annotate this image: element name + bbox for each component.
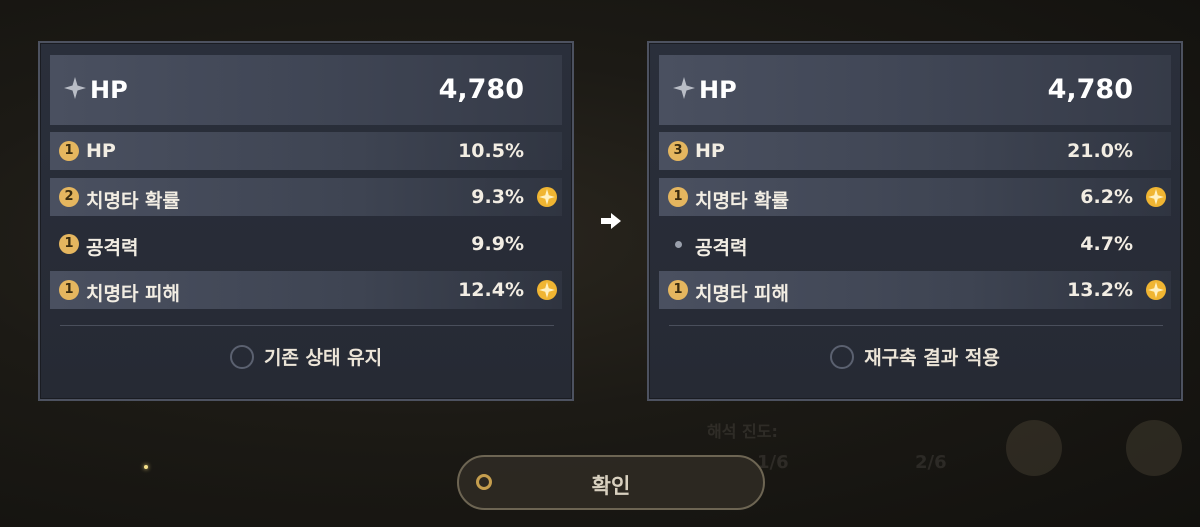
substat-row: 2 치명타 확률 9.3%: [50, 178, 562, 216]
sparkle-decoration: [144, 465, 148, 469]
confirm-label: 확인: [591, 474, 631, 498]
substat-value: 9.3%: [471, 186, 524, 208]
substat-row: 1 치명타 확률 6.2%: [659, 178, 1171, 216]
substat-name: 치명타 피해: [86, 283, 181, 305]
main-stat-name: HP: [90, 76, 128, 104]
substat-name: 치명타 확률: [86, 190, 181, 212]
substat-value: 4.7%: [1080, 233, 1133, 255]
substat-value: 9.9%: [471, 233, 524, 255]
gold-sparkle-icon: [537, 187, 557, 207]
main-stat-row: HP 4,780: [50, 55, 562, 125]
roll-count-badge: 1: [59, 234, 79, 254]
substat-row: 3 HP 21.0%: [659, 132, 1171, 170]
main-stat-value: 4,780: [438, 74, 524, 105]
substat-name: HP: [695, 140, 725, 162]
rebuilt-artifact-panel: HP 4,780 3 HP 21.0% 1 치명타 확률 6.2% 공격력 4.…: [647, 41, 1183, 401]
roll-count-badge: 3: [668, 141, 688, 161]
substat-row: 1 공격력 9.9%: [50, 225, 562, 263]
apply-rebuild-radio[interactable]: [830, 344, 855, 369]
background-node: [1006, 420, 1062, 476]
substat-name: 치명타 확률: [695, 190, 790, 212]
keep-current-radio[interactable]: [229, 344, 254, 369]
keep-current-label: 기존 상태 유지: [263, 347, 383, 369]
main-stat-name: HP: [699, 76, 737, 104]
gold-sparkle-icon: [1146, 187, 1166, 207]
four-point-star-icon: [64, 77, 86, 99]
current-artifact-panel: HP 4,780 1 HP 10.5% 2 치명타 확률 9.3% 1 공격력 …: [38, 41, 574, 401]
confirm-button[interactable]: 확인: [457, 455, 765, 510]
substat-value: 10.5%: [458, 140, 524, 162]
apply-rebuild-label: 재구축 결과 적용: [864, 347, 1000, 369]
divider: [669, 325, 1163, 326]
substat-value: 6.2%: [1080, 186, 1133, 208]
divider: [60, 325, 554, 326]
substat-name: 공격력: [86, 237, 139, 259]
substat-row: 1 HP 10.5%: [50, 132, 562, 170]
main-stat-value: 4,780: [1047, 74, 1133, 105]
gold-sparkle-icon: [1146, 280, 1166, 300]
roll-count-badge: 1: [668, 280, 688, 300]
right-arrow-icon: [601, 213, 621, 229]
new-substat-dot-icon: [675, 241, 682, 248]
substat-name: HP: [86, 140, 116, 162]
substat-value: 21.0%: [1067, 140, 1133, 162]
substat-row: 1 치명타 피해 13.2%: [659, 271, 1171, 309]
roll-count-badge: 2: [59, 187, 79, 207]
four-point-star-icon: [673, 77, 695, 99]
roll-count-badge: 1: [668, 187, 688, 207]
gold-sparkle-icon: [537, 280, 557, 300]
main-stat-row: HP 4,780: [659, 55, 1171, 125]
background-node: [1126, 420, 1182, 476]
background-progress-label: 해석 진도:: [707, 422, 778, 441]
substat-value: 13.2%: [1067, 279, 1133, 301]
substat-row: 공격력 4.7%: [659, 225, 1171, 263]
substat-name: 공격력: [695, 237, 748, 259]
apply-rebuild-option[interactable]: 재구축 결과 적용: [649, 343, 1181, 379]
keep-current-option[interactable]: 기존 상태 유지: [40, 343, 572, 379]
roll-count-badge: 1: [59, 141, 79, 161]
substat-row: 1 치명타 피해 12.4%: [50, 271, 562, 309]
roll-count-badge: 1: [59, 280, 79, 300]
substat-value: 12.4%: [458, 279, 524, 301]
background-progress-b: 2/6: [915, 452, 947, 473]
substat-name: 치명타 피해: [695, 283, 790, 305]
